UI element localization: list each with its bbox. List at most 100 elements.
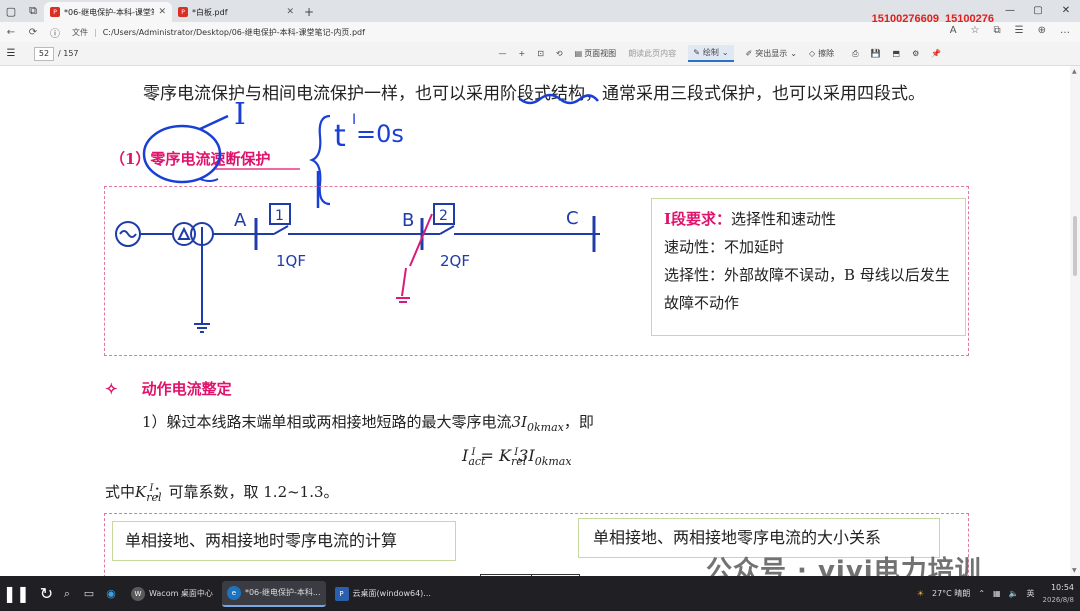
taskbar: ❚❚ ↻ ⌕ ▭ ◉ W Wacom 桌面中心 e *06-继电保护-本科...…	[0, 576, 1080, 611]
save-as-icon[interactable]: ⬒	[893, 49, 901, 58]
pdf-toolbar: ☰ 52 / 157 — + ⊡ ⟲ ▤ 页面视图 朗读此页内容 ✎ 绘制 ⌄ …	[0, 42, 1080, 66]
window-menu-icon[interactable]: ▢	[0, 0, 22, 22]
fit-page-icon[interactable]: ⊡	[537, 49, 544, 58]
contents-icon[interactable]: ☰	[0, 48, 22, 59]
tab-label: *06-继电保护-本科-课堂笔记-内	[64, 7, 154, 17]
maximize-icon[interactable]: ▢	[1024, 0, 1052, 20]
replay-icon[interactable]: ↻	[40, 584, 53, 603]
close-tab-icon[interactable]: ✕	[286, 7, 294, 17]
tab-whiteboard[interactable]: P *白板.pdf ✕	[172, 2, 300, 22]
highlight-label: 突出显示	[755, 49, 788, 58]
network-icon[interactable]: ▦	[993, 589, 1001, 598]
address-actions: A ☆ ⧉ ☰ ⊕ …	[950, 25, 1070, 36]
bus-b-label: B	[402, 210, 414, 231]
relay-2-label: 2	[439, 208, 448, 224]
scroll-up-icon[interactable]: ▲	[1072, 68, 1077, 75]
collections-icon[interactable]: ☰	[1015, 25, 1024, 36]
draw-button[interactable]: ✎ 绘制 ⌄	[688, 45, 734, 62]
edge-icon: e	[226, 585, 241, 600]
circle-annotation	[142, 124, 222, 184]
requirements-title: Ⅰ段要求：	[664, 210, 732, 228]
pause-icon[interactable]: ❚❚	[3, 584, 30, 603]
volume-icon[interactable]: 🔈	[1009, 589, 1019, 598]
pdf-file-icon: P	[178, 7, 188, 17]
zoom-out-button[interactable]: —	[499, 49, 507, 58]
relay-1-label: 1	[275, 208, 284, 224]
scroll-thumb[interactable]	[1073, 216, 1077, 276]
requirement-selectivity: 选择性：外部故障不误动，B 母线以后发生故障不动作	[664, 266, 950, 312]
refresh-icon[interactable]: ⟳	[22, 27, 44, 38]
taskbar-app-pdf[interactable]: e *06-继电保护-本科...	[221, 580, 326, 607]
page-total: / 157	[58, 49, 79, 58]
rotate-icon[interactable]: ⟲	[556, 49, 563, 58]
edge-icon[interactable]: ◉	[100, 583, 122, 605]
diamond-bullet-icon: ✧	[105, 380, 118, 398]
read-aloud-button[interactable]: 朗读此页内容	[628, 48, 676, 59]
highlight-button[interactable]: ✐ 突出显示 ⌄	[746, 48, 797, 59]
bus-c-label: C	[566, 208, 579, 229]
extensions-icon[interactable]: ⊕	[1038, 25, 1046, 36]
vertical-scrollbar[interactable]: ▲ ▼	[1070, 66, 1080, 576]
coefficient-note: 式中KrelI：可靠系数，取 1.2~1.3。	[105, 483, 339, 504]
taskbar-app-cloud-desktop[interactable]: P 云桌面(window64)...	[330, 581, 436, 607]
eraser-icon: ◇	[809, 49, 816, 58]
back-icon[interactable]: ←	[0, 27, 22, 38]
read-aloud-icon[interactable]: A	[950, 25, 957, 36]
save-icon[interactable]: 💾	[871, 49, 881, 58]
erase-button[interactable]: ◇ 擦除	[809, 48, 834, 59]
scroll-down-icon[interactable]: ▼	[1072, 567, 1077, 574]
line-diagram: A B C 1 2 1QF 2QF	[115, 203, 600, 333]
clock[interactable]: 10:54 2026/8/8	[1043, 582, 1074, 606]
close-tab-icon[interactable]: ✕	[158, 7, 166, 17]
cloud-desktop-icon: P	[334, 586, 349, 601]
highlight-icon: ✐	[745, 49, 753, 58]
close-window-icon[interactable]: ✕	[1052, 0, 1080, 20]
requirements-title-line: Ⅰ段要求：选择性和速动性	[664, 205, 953, 233]
setting-item-1: 1）躲过本线路末端单相或两相接地短路的最大零序电流3I0kmax，即	[142, 413, 594, 434]
item1-math: 3I	[511, 413, 528, 431]
calc-box: 单相接地、两相接地时零序电流的计算	[112, 521, 456, 561]
file-label: 文件	[72, 27, 88, 37]
favorite-icon[interactable]: ☆	[971, 25, 980, 36]
pdf-page: 零序电流保护与相间电流保护一样，也可以采用阶段式结构，通常采用三段式保护，也可以…	[0, 66, 1070, 576]
page-view-button[interactable]: 页面视图	[584, 48, 616, 59]
section-setting-label: 动作电流整定	[141, 380, 232, 398]
tab-label: *白板.pdf	[192, 7, 228, 17]
requirements-box: Ⅰ段要求：选择性和速动性 速动性：不加延时 选择性：外部故障不误动，B 母线以后…	[651, 198, 966, 336]
ime-label[interactable]: 英	[1027, 588, 1035, 599]
wave-underline	[519, 93, 599, 105]
chevron-up-icon[interactable]: ⌃	[978, 589, 985, 598]
file-explorer-icon[interactable]: ▭	[78, 583, 100, 605]
new-tab-button[interactable]: +	[300, 2, 318, 22]
formula-act-current: IactI = KrelI3I0kmax	[462, 446, 572, 469]
handwritten-roman-one: I	[234, 97, 246, 132]
split-icon[interactable]: ⧉	[994, 25, 1001, 36]
window-controls: — ▢ ✕	[996, 0, 1080, 20]
address-bar: ← ⟳ ⓘ 文件 | C:/Users/Administrator/Deskto…	[0, 22, 1080, 42]
pointer-stroke	[199, 114, 229, 131]
pin-icon[interactable]: 📌	[931, 49, 941, 58]
tab-pdf-notes[interactable]: P *06-继电保护-本科-课堂笔记-内 ✕	[44, 2, 172, 22]
requirement-speed: 速动性：不加延时	[664, 238, 785, 256]
print-icon[interactable]: ⎙	[852, 49, 858, 59]
watermark-text: 公众号 · vivi电力培训	[706, 556, 982, 576]
wacom-icon: W	[131, 586, 145, 601]
url-field[interactable]: C:/Users/Administrator/Desktop/06-继电保护-本…	[103, 27, 365, 38]
handwritten-t: t	[334, 119, 346, 154]
page-number-input[interactable]: 52	[34, 46, 54, 61]
section-setting-title: ✧ 动作电流整定	[105, 378, 232, 399]
search-icon[interactable]: ⌕	[56, 583, 78, 605]
info-icon[interactable]: ⓘ	[44, 25, 66, 40]
chevron-down-icon: ⌄	[721, 48, 729, 57]
page-view-icon[interactable]: ▤	[575, 49, 583, 58]
pdf-file-icon: P	[50, 7, 60, 17]
zoom-in-button[interactable]: +	[519, 49, 526, 58]
tab-actions-icon[interactable]: ⧉	[22, 0, 44, 22]
minimize-icon[interactable]: —	[996, 0, 1024, 20]
taskbar-app-wacom[interactable]: W Wacom 桌面中心	[126, 581, 218, 607]
more-icon[interactable]: …	[1060, 25, 1070, 36]
weather-text: 27°C 晴朗	[932, 589, 971, 598]
draw-icon: ✎	[693, 48, 700, 57]
player-controls: ❚❚ ↻	[0, 584, 56, 603]
settings-icon[interactable]: ⚙	[912, 49, 919, 58]
